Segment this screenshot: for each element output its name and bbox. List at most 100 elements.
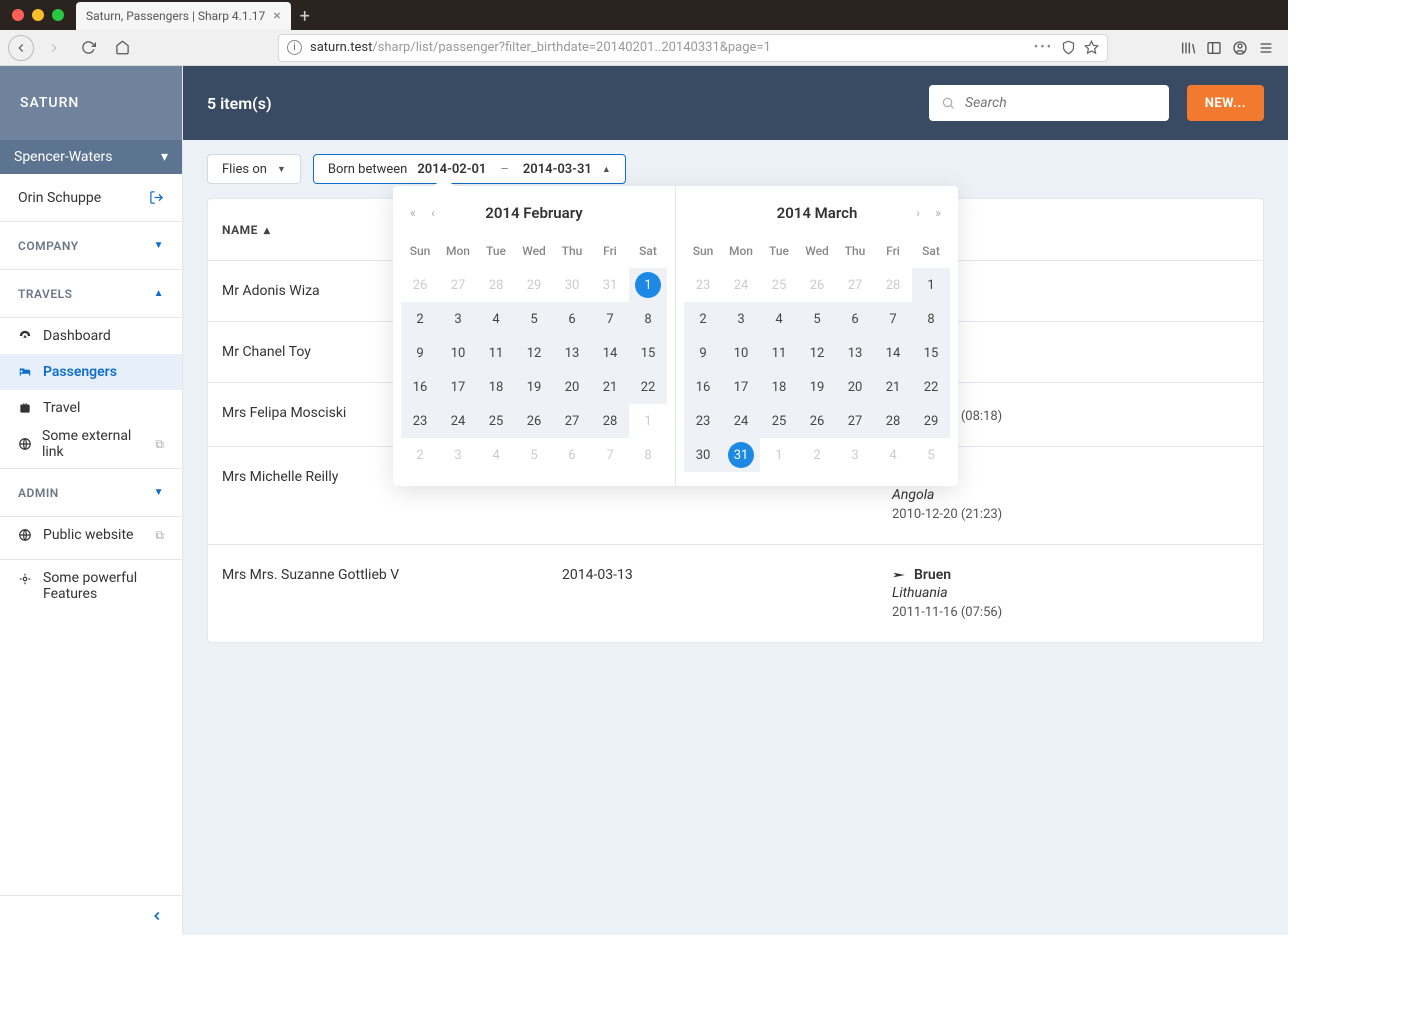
calendar-day[interactable]: 28 (874, 404, 912, 438)
nav-public-website[interactable]: Public website ⧉ (0, 517, 182, 553)
next-year-button[interactable]: » (928, 206, 948, 220)
more-icon[interactable]: ••• (1034, 40, 1053, 55)
calendar-day[interactable]: 13 (836, 336, 874, 370)
calendar-day[interactable]: 4 (477, 302, 515, 336)
prev-year-button[interactable]: « (403, 206, 423, 220)
logout-icon[interactable] (149, 190, 164, 205)
calendar-day[interactable]: 9 (401, 336, 439, 370)
nav-features[interactable]: Some powerfulFeatures (0, 560, 182, 612)
prev-month-button[interactable]: ‹ (423, 206, 443, 220)
address-bar[interactable]: i saturn.test/sharp/list/passenger?filte… (278, 34, 1108, 62)
search-box[interactable] (929, 85, 1169, 121)
calendar-day[interactable]: 6 (553, 302, 591, 336)
calendar-day[interactable]: 1 (629, 268, 667, 302)
calendar-day[interactable]: 24 (439, 404, 477, 438)
calendar-day[interactable]: 5 (515, 302, 553, 336)
calendar-day[interactable]: 23 (401, 404, 439, 438)
calendar-day[interactable]: 3 (722, 302, 760, 336)
calendar-day[interactable]: 17 (439, 370, 477, 404)
close-tab-icon[interactable]: × (273, 8, 280, 24)
nav-passengers[interactable]: Passengers (0, 354, 182, 390)
calendar-day[interactable]: 15 (629, 336, 667, 370)
calendar-day[interactable]: 23 (684, 404, 722, 438)
calendar-day[interactable]: 22 (629, 370, 667, 404)
section-travels[interactable]: TRAVELS▲ (0, 270, 182, 318)
minimize-window-icon[interactable] (32, 9, 44, 21)
calendar-day[interactable]: 26 (515, 404, 553, 438)
calendar-day[interactable]: 11 (477, 336, 515, 370)
calendar-day[interactable]: 7 (874, 302, 912, 336)
column-name[interactable]: NAME ▴ (222, 223, 270, 237)
calendar-day[interactable]: 14 (591, 336, 629, 370)
nav-travel[interactable]: Travel (0, 390, 182, 426)
calendar-day[interactable]: 2 (684, 302, 722, 336)
reload-button[interactable] (74, 34, 102, 62)
calendar-day[interactable]: 4 (760, 302, 798, 336)
calendar-day[interactable]: 8 (912, 302, 950, 336)
calendar-day[interactable]: 17 (722, 370, 760, 404)
calendar-day[interactable]: 19 (515, 370, 553, 404)
home-button[interactable] (108, 34, 136, 62)
calendar-day[interactable]: 15 (912, 336, 950, 370)
menu-icon[interactable] (1258, 40, 1274, 56)
shield-icon[interactable] (1061, 40, 1076, 55)
calendar-day[interactable]: 18 (760, 370, 798, 404)
section-admin[interactable]: ADMIN▼ (0, 469, 182, 517)
forward-button[interactable] (40, 34, 68, 62)
new-button[interactable]: NEW... (1187, 85, 1264, 121)
calendar-day[interactable]: 16 (684, 370, 722, 404)
calendar-day[interactable]: 7 (591, 302, 629, 336)
sidebar-icon[interactable] (1206, 40, 1222, 56)
search-input[interactable] (963, 94, 1157, 112)
calendar-day[interactable]: 12 (515, 336, 553, 370)
calendar-day[interactable]: 25 (477, 404, 515, 438)
calendar-day[interactable]: 6 (836, 302, 874, 336)
collapse-sidebar[interactable] (0, 895, 182, 935)
calendar-day[interactable]: 11 (760, 336, 798, 370)
library-icon[interactable] (1180, 40, 1196, 56)
calendar-day[interactable]: 27 (836, 404, 874, 438)
calendar-day[interactable]: 29 (912, 404, 950, 438)
calendar-day[interactable]: 5 (798, 302, 836, 336)
filter-born-between[interactable]: Born between 2014-02-01 – 2014-03-31 ▲ (313, 154, 626, 184)
calendar-day[interactable]: 3 (439, 302, 477, 336)
calendar-day[interactable]: 25 (760, 404, 798, 438)
calendar-day[interactable]: 30 (684, 438, 722, 472)
nav-dashboard[interactable]: Dashboard (0, 318, 182, 354)
account-icon[interactable] (1232, 40, 1248, 56)
calendar-day[interactable]: 12 (798, 336, 836, 370)
bookmark-icon[interactable] (1084, 40, 1099, 55)
new-tab-button[interactable]: + (291, 2, 319, 30)
browser-tab[interactable]: Saturn, Passengers | Sharp 4.1.17 × (76, 2, 291, 30)
calendar-day[interactable]: 22 (912, 370, 950, 404)
calendar-day[interactable]: 24 (722, 404, 760, 438)
back-button[interactable] (8, 35, 34, 61)
calendar-day[interactable]: 9 (684, 336, 722, 370)
table-row[interactable]: Mrs Mrs. Suzanne Gottlieb V 2014-03-13 B… (208, 545, 1263, 642)
calendar-day[interactable]: 27 (553, 404, 591, 438)
site-info-icon[interactable]: i (287, 40, 302, 55)
calendar-day[interactable]: 16 (401, 370, 439, 404)
calendar-day[interactable]: 10 (722, 336, 760, 370)
calendar-day[interactable]: 31 (722, 438, 760, 472)
calendar-day[interactable]: 14 (874, 336, 912, 370)
calendar-day[interactable]: 18 (477, 370, 515, 404)
calendar-day[interactable]: 20 (836, 370, 874, 404)
calendar-day[interactable]: 8 (629, 302, 667, 336)
tenant-switcher[interactable]: Spencer-Waters▾ (0, 140, 182, 174)
section-company[interactable]: COMPANY▼ (0, 222, 182, 270)
calendar-day[interactable]: 26 (798, 404, 836, 438)
calendar-day[interactable]: 19 (798, 370, 836, 404)
filter-flies-on[interactable]: Flies on▼ (207, 154, 301, 184)
calendar-day[interactable]: 2 (401, 302, 439, 336)
maximize-window-icon[interactable] (52, 9, 64, 21)
calendar-day[interactable]: 10 (439, 336, 477, 370)
calendar-day[interactable]: 13 (553, 336, 591, 370)
nav-external-link[interactable]: Some external link ⧉ (0, 426, 182, 462)
calendar-day[interactable]: 28 (591, 404, 629, 438)
calendar-day[interactable]: 21 (874, 370, 912, 404)
next-month-button[interactable]: › (908, 206, 928, 220)
calendar-day[interactable]: 20 (553, 370, 591, 404)
close-window-icon[interactable] (12, 9, 24, 21)
calendar-day[interactable]: 1 (912, 268, 950, 302)
